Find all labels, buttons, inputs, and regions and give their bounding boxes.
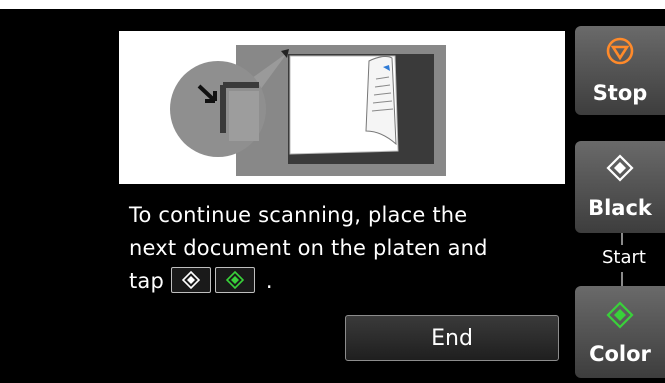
color-label: Color xyxy=(589,342,651,366)
black-start-button[interactable]: Black xyxy=(575,141,665,233)
black-start-inline-icon xyxy=(170,267,211,293)
color-start-button[interactable]: Color xyxy=(575,286,665,378)
message-line-1: To continue scanning, place the xyxy=(129,203,468,227)
start-diamond-icon xyxy=(606,301,634,333)
start-diamond-icon xyxy=(606,154,634,186)
start-connector-bottom xyxy=(621,272,623,286)
top-edge xyxy=(0,0,665,9)
black-label: Black xyxy=(588,196,652,220)
stop-label: Stop xyxy=(592,81,648,105)
platen-illustration xyxy=(119,31,565,184)
end-button[interactable]: End xyxy=(345,315,559,361)
place-document-icon xyxy=(119,31,565,184)
start-connector-top xyxy=(621,233,623,245)
message-line-3: tap . xyxy=(129,265,559,298)
start-label: Start xyxy=(602,247,646,268)
stop-icon xyxy=(606,37,634,69)
message-line-3-suffix: . xyxy=(265,269,273,293)
stop-button[interactable]: Stop xyxy=(575,26,665,115)
message-line-2: next document on the platen and xyxy=(129,236,488,260)
color-start-inline-icon xyxy=(214,267,255,293)
instruction-message: To continue scanning, place the next doc… xyxy=(129,199,559,298)
message-line-3-prefix: tap xyxy=(129,269,165,293)
scan-continue-screen: To continue scanning, place the next doc… xyxy=(0,0,665,383)
